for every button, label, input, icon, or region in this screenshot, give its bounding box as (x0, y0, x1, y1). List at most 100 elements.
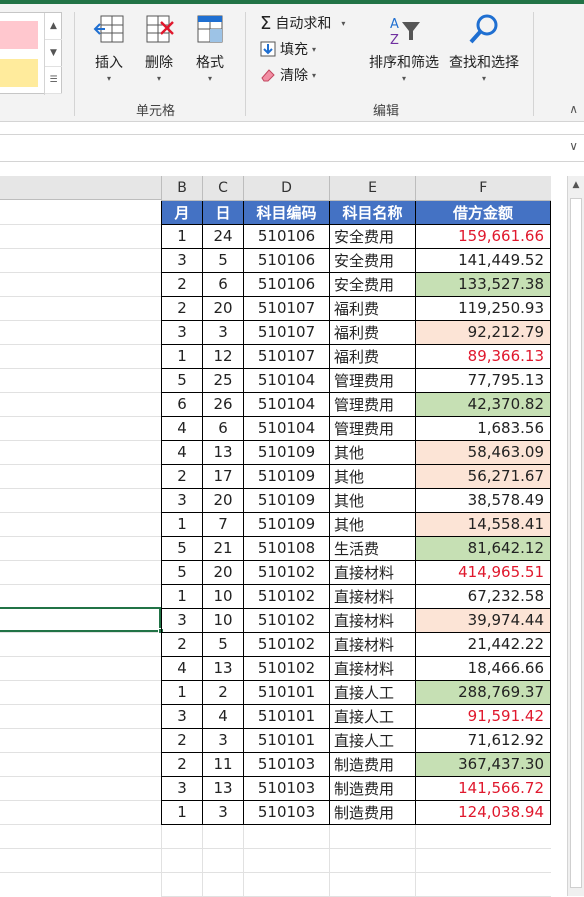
cell-account-code[interactable]: 510101 (243, 679, 330, 705)
cell-account-name[interactable]: 生活费 (329, 535, 416, 561)
cell-account-name[interactable]: 直接人工 (329, 679, 416, 705)
cell-debit-amount[interactable]: 89,366.13 (415, 343, 551, 369)
cell-account-code[interactable]: 510104 (243, 391, 330, 417)
cell-month[interactable]: 2 (161, 751, 203, 777)
cell-account-code[interactable]: 510107 (243, 319, 330, 345)
cell-debit-amount[interactable]: 133,527.38 (415, 271, 551, 297)
cell-debit-amount[interactable]: 77,795.13 (415, 367, 551, 393)
cell-day[interactable]: 17 (202, 463, 244, 489)
cell-day[interactable]: 6 (202, 271, 244, 297)
cell-account-code[interactable]: 510103 (243, 799, 330, 825)
header-month[interactable]: 月 (161, 199, 203, 225)
cell-account-code[interactable]: 510101 (243, 727, 330, 753)
scroll-up-icon[interactable]: ▲ (568, 180, 584, 190)
cell-month[interactable]: 1 (161, 679, 203, 705)
cell-day[interactable]: 3 (202, 799, 244, 825)
cell-account-code[interactable]: 510109 (243, 439, 330, 465)
cell-day[interactable]: 5 (202, 631, 244, 657)
cell-account-name[interactable]: 安全费用 (329, 223, 416, 249)
cell-debit-amount[interactable]: 414,965.51 (415, 559, 551, 585)
cell-day[interactable]: 13 (202, 439, 244, 465)
cell-debit-amount[interactable]: 21,442.22 (415, 631, 551, 657)
cell-debit-amount[interactable]: 39,974.44 (415, 607, 551, 633)
cell-month[interactable]: 3 (161, 319, 203, 345)
cell-month[interactable]: 6 (161, 391, 203, 417)
cell-account-code[interactable]: 510102 (243, 583, 330, 609)
cell-debit-amount[interactable]: 81,642.12 (415, 535, 551, 561)
cell-debit-amount[interactable]: 67,232.58 (415, 583, 551, 609)
cell-account-name[interactable]: 福利费 (329, 295, 416, 321)
cell-account-name[interactable]: 福利费 (329, 319, 416, 345)
cell-day[interactable]: 20 (202, 559, 244, 585)
cell-day[interactable]: 10 (202, 583, 244, 609)
cell-month[interactable]: 4 (161, 439, 203, 465)
cell-month[interactable]: 2 (161, 631, 203, 657)
cell-month[interactable]: 4 (161, 655, 203, 681)
cell-debit-amount[interactable]: 91,591.42 (415, 703, 551, 729)
cell-account-name[interactable]: 直接材料 (329, 583, 416, 609)
empty-cell[interactable] (202, 848, 244, 873)
find-select-button[interactable]: 查找和选择 ▾ (446, 12, 522, 92)
cell-account-code[interactable]: 510102 (243, 607, 330, 633)
cell-debit-amount[interactable]: 18,466.66 (415, 655, 551, 681)
cell-month[interactable]: 1 (161, 583, 203, 609)
header-account-name[interactable]: 科目名称 (329, 199, 416, 225)
cell-day[interactable]: 11 (202, 751, 244, 777)
cell-account-code[interactable]: 510101 (243, 703, 330, 729)
cell-debit-amount[interactable]: 92,212.79 (415, 319, 551, 345)
cell-account-code[interactable]: 510109 (243, 511, 330, 537)
cell-account-name[interactable]: 直接材料 (329, 559, 416, 585)
cell-month[interactable]: 3 (161, 775, 203, 801)
gallery-scroll[interactable]: ▲ ▼ ☰ (44, 13, 62, 95)
cell-debit-amount[interactable]: 14,558.41 (415, 511, 551, 537)
cell-account-name[interactable]: 其他 (329, 463, 416, 489)
left-columns[interactable] (0, 176, 164, 896)
empty-cell[interactable] (415, 848, 551, 873)
cell-account-name[interactable]: 管理费用 (329, 367, 416, 393)
cell-day[interactable]: 25 (202, 367, 244, 393)
cell-account-code[interactable]: 510104 (243, 415, 330, 441)
cell-account-name[interactable]: 制造费用 (329, 799, 416, 825)
cell-month[interactable]: 3 (161, 703, 203, 729)
format-button[interactable]: 格式 ▾ (185, 12, 235, 92)
collapse-ribbon-icon[interactable]: ∧ (569, 102, 578, 116)
column-letter[interactable]: F (415, 176, 551, 201)
cell-month[interactable]: 2 (161, 271, 203, 297)
column-letter[interactable]: D (243, 176, 330, 201)
cell-account-name[interactable]: 管理费用 (329, 415, 416, 441)
cell-day[interactable]: 13 (202, 655, 244, 681)
cell-day[interactable]: 20 (202, 295, 244, 321)
cell-day[interactable]: 20 (202, 487, 244, 513)
cell-account-name[interactable]: 直接材料 (329, 655, 416, 681)
sort-filter-button[interactable]: A Z 排序和筛选 ▾ (368, 12, 440, 92)
empty-cell[interactable] (243, 848, 330, 873)
cell-debit-amount[interactable]: 58,463.09 (415, 439, 551, 465)
cell-debit-amount[interactable]: 56,271.67 (415, 463, 551, 489)
empty-cell[interactable] (329, 872, 416, 897)
cell-account-name[interactable]: 直接材料 (329, 607, 416, 633)
formula-bar[interactable]: ∨ (0, 134, 584, 162)
cell-month[interactable]: 2 (161, 463, 203, 489)
cell-account-name[interactable]: 直接人工 (329, 727, 416, 753)
empty-cell[interactable] (243, 824, 330, 849)
worksheet[interactable]: B C D E F 月 日 科目编码 科目名称 借方金额 1 24 510106 安全… (0, 176, 584, 897)
cell-debit-amount[interactable]: 141,566.72 (415, 775, 551, 801)
cell-day[interactable]: 24 (202, 223, 244, 249)
cell-month[interactable]: 4 (161, 415, 203, 441)
column-header-a[interactable] (0, 176, 162, 200)
column-letter[interactable]: B (161, 176, 203, 201)
cell-debit-amount[interactable]: 119,250.93 (415, 295, 551, 321)
header-account-code[interactable]: 科目编码 (243, 199, 330, 225)
expand-formula-bar-icon[interactable]: ∨ (569, 139, 578, 153)
cell-debit-amount[interactable]: 141,449.52 (415, 247, 551, 273)
cell-account-code[interactable]: 510102 (243, 655, 330, 681)
cell-month[interactable]: 3 (161, 247, 203, 273)
cell-account-code[interactable]: 510107 (243, 343, 330, 369)
fill-button[interactable]: 填充 ▾ (260, 38, 316, 60)
cell-month[interactable]: 5 (161, 535, 203, 561)
cell-day[interactable]: 2 (202, 679, 244, 705)
cell-day[interactable]: 6 (202, 415, 244, 441)
cell-account-name[interactable]: 直接人工 (329, 703, 416, 729)
cell-account-code[interactable]: 510109 (243, 487, 330, 513)
cell-styles-gallery[interactable]: ▲ ▼ ☰ (0, 12, 62, 95)
